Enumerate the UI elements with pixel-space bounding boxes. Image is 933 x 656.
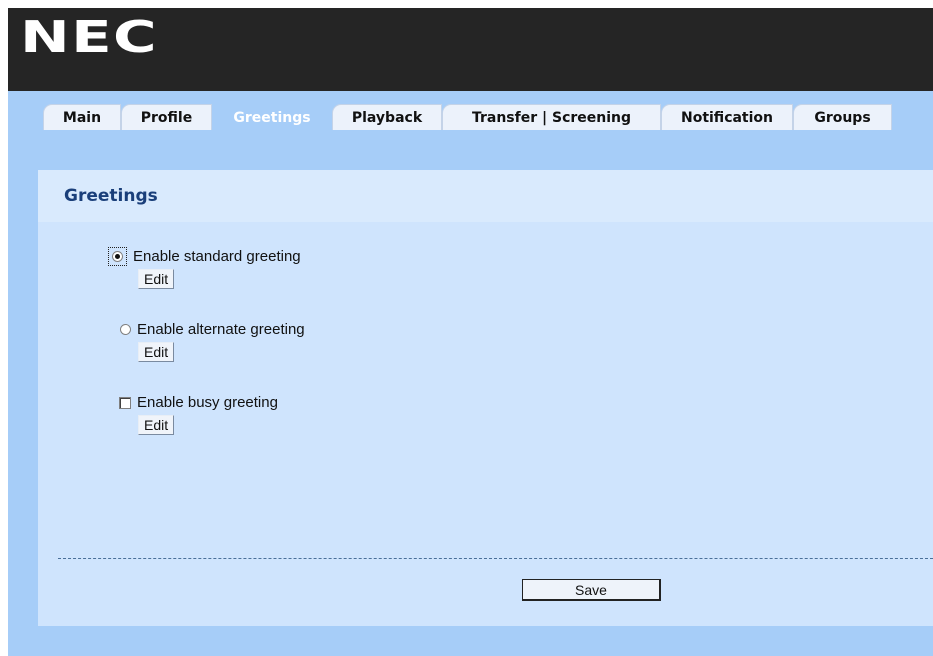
alternate-greeting-radio[interactable]: [120, 324, 131, 335]
busy-greeting-checkbox[interactable]: [119, 396, 131, 409]
standard-greeting-edit-button[interactable]: Edit: [138, 269, 175, 289]
busy-greeting-label: Enable busy greeting: [137, 394, 278, 411]
standard-greeting-radio[interactable]: [112, 251, 123, 262]
logo-text: NEC: [20, 12, 158, 63]
standard-greeting-label: Enable standard greeting: [133, 248, 301, 265]
save-button[interactable]: Save: [522, 579, 661, 601]
dashed-divider: [58, 558, 933, 559]
tab-notification[interactable]: Notification: [661, 104, 793, 130]
nec-logo: NEC: [8, 14, 230, 62]
panel-header: Greetings: [38, 170, 933, 222]
tab-groups[interactable]: Groups: [793, 104, 892, 130]
greetings-panel: Greetings Enable standard greeting Edit …: [38, 170, 933, 626]
standard-greeting-row: Enable standard greeting: [108, 247, 301, 266]
alternate-greeting-row: Enable alternate greeting: [120, 321, 305, 338]
busy-greeting-edit-button[interactable]: Edit: [138, 415, 175, 435]
tab-playback[interactable]: Playback: [332, 104, 442, 130]
panel-title: Greetings: [64, 186, 158, 206]
tab-transfer-screening[interactable]: Transfer | Screening: [442, 104, 661, 130]
header-bar: NEC: [8, 8, 933, 91]
tab-greetings[interactable]: Greetings: [212, 104, 332, 130]
page: NEC Main Profile Greetings Playback Tran…: [8, 8, 933, 656]
tab-underline: [8, 131, 933, 133]
tab-main[interactable]: Main: [43, 104, 121, 130]
tab-profile[interactable]: Profile: [121, 104, 212, 130]
alternate-greeting-edit-button[interactable]: Edit: [138, 342, 175, 362]
alternate-greeting-label: Enable alternate greeting: [137, 321, 305, 338]
busy-greeting-row: Enable busy greeting: [119, 394, 278, 411]
tab-bar: Main Profile Greetings Playback Transfer…: [8, 91, 933, 131]
focus-outline: [108, 247, 127, 266]
